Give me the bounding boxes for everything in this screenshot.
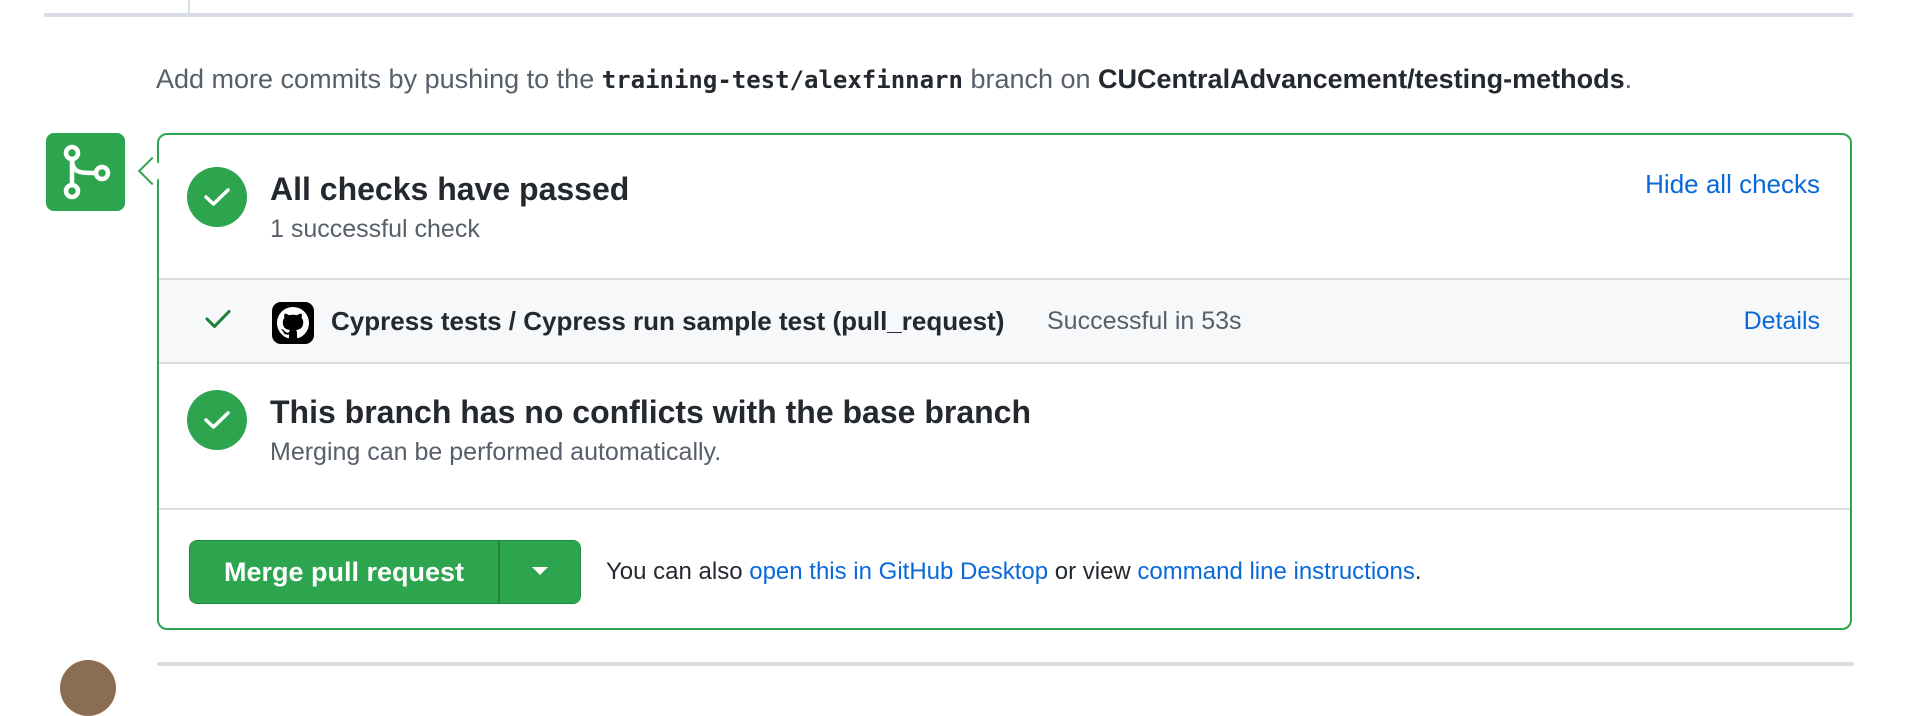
- check-details-link[interactable]: Details: [1744, 307, 1820, 336]
- push-hint-prefix: Add more commits by pushing to the: [156, 64, 602, 94]
- timeline-connector: [188, 0, 190, 14]
- triangle-down-icon: [531, 563, 549, 581]
- merge-actions: Merge pull request You can also open thi…: [159, 508, 1850, 628]
- conflicts-subtitle: Merging can be performed automatically.: [270, 438, 722, 466]
- command-line-instructions-link[interactable]: command line instructions: [1137, 558, 1414, 585]
- merge-alternatives: You can also open this in GitHub Desktop…: [606, 558, 1422, 586]
- merge-button-group: Merge pull request: [189, 540, 582, 604]
- checks-summary: All checks have passed 1 successful chec…: [159, 135, 1850, 278]
- branch-name: training-test/alexfinnarn: [601, 66, 963, 94]
- check-mark-icon: [205, 308, 231, 335]
- conflicts-title: This branch has no conflicts with the ba…: [270, 394, 1032, 430]
- also-prefix: You can also: [606, 558, 750, 585]
- avatar: [60, 660, 116, 716]
- also-suffix: .: [1414, 558, 1422, 585]
- hide-all-checks-link[interactable]: Hide all checks: [1645, 169, 1820, 200]
- checks-subtitle: 1 successful check: [270, 215, 480, 243]
- also-middle: or view: [1048, 558, 1138, 585]
- github-desktop-link[interactable]: open this in GitHub Desktop: [749, 558, 1048, 585]
- merge-method-dropdown[interactable]: [500, 541, 581, 603]
- push-hint-suffix: .: [1624, 64, 1633, 94]
- merge-pull-request-button[interactable]: Merge pull request: [190, 541, 501, 603]
- push-hint: Add more commits by pushing to the train…: [156, 64, 1632, 95]
- git-merge-icon: [46, 133, 125, 211]
- github-icon: [272, 302, 314, 344]
- check-status: Successful in 53s: [1047, 307, 1242, 335]
- check-name: Cypress tests / Cypress run sample test …: [331, 306, 1005, 336]
- check-row: Cypress tests / Cypress run sample test …: [159, 278, 1850, 364]
- repo-name: CUCentralAdvancement/testing-methods: [1098, 64, 1625, 94]
- timeline-divider: [44, 13, 1853, 17]
- push-hint-middle: branch on: [962, 64, 1099, 94]
- success-check-icon: [187, 390, 247, 450]
- merge-box: All checks have passed 1 successful chec…: [157, 133, 1852, 630]
- success-check-icon: [187, 167, 247, 227]
- conflicts-section: This branch has no conflicts with the ba…: [159, 364, 1850, 508]
- next-comment-border: [157, 662, 1854, 666]
- checks-title: All checks have passed: [270, 171, 630, 207]
